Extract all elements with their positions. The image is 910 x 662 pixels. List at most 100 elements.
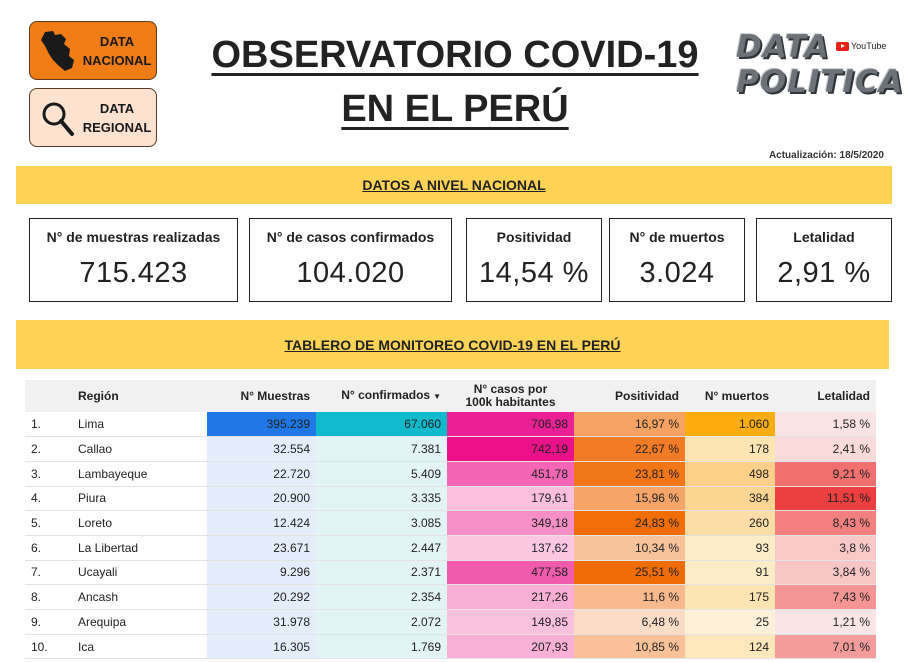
cell-letalidad: 3,84 % bbox=[775, 560, 876, 586]
cell-confirmados: 3.335 bbox=[316, 486, 447, 512]
cell-muertos: 384 bbox=[685, 486, 775, 512]
peru-map-icon bbox=[38, 29, 78, 73]
cell-letalidad: 7,01 % bbox=[775, 634, 876, 660]
cell-letalidad: 3,8 % bbox=[775, 535, 876, 561]
table-row[interactable]: 6. La Libertad 23.671 2.447 137,62 10,34 % 93 3… bbox=[25, 535, 876, 561]
stat-label: Letalidad bbox=[793, 229, 855, 245]
section-title-tablero: TABLERO DE MONITOREO COVID-19 EN EL PERÚ bbox=[284, 336, 621, 353]
cell-index: 1. bbox=[25, 412, 72, 438]
cell-positividad: 22,67 % bbox=[574, 436, 685, 462]
cell-region: Ancash bbox=[72, 584, 207, 610]
cell-positividad: 11,6 % bbox=[574, 584, 685, 610]
cell-muestras: 31.978 bbox=[207, 609, 316, 635]
table-row[interactable]: 5. Loreto 12.424 3.085 349,18 24,83 % 260 8,43 … bbox=[25, 510, 876, 536]
cell-region: La Libertad bbox=[72, 535, 207, 561]
cell-index: 4. bbox=[25, 486, 72, 512]
table-row[interactable]: 3. Lambayeque 22.720 5.409 451,78 23,81 % 498 9… bbox=[25, 461, 876, 487]
cell-index: 2. bbox=[25, 436, 72, 462]
col-header-muestras[interactable]: N° Muestras bbox=[207, 380, 316, 412]
cell-muestras: 23.671 bbox=[207, 535, 316, 561]
cell-muertos: 175 bbox=[685, 584, 775, 610]
cell-muertos: 178 bbox=[685, 436, 775, 462]
stat-value: 14,54 % bbox=[479, 257, 589, 289]
section-title-nacional: DATOS A NIVEL NACIONAL bbox=[362, 177, 546, 193]
table-row[interactable]: 4. Piura 20.900 3.335 179,61 15,96 % 384 11,51 … bbox=[25, 486, 876, 512]
cell-casos100k: 742,19 bbox=[447, 436, 574, 462]
cell-confirmados: 67.060 bbox=[316, 412, 447, 438]
table-row[interactable]: 8. Ancash 20.292 2.354 217,26 11,6 % 175 7,43 % bbox=[25, 584, 876, 610]
cell-confirmados: 5.409 bbox=[316, 461, 447, 487]
data-regional-button[interactable]: DATA REGIONAL bbox=[29, 88, 157, 147]
table-row[interactable]: 10. Ica 16.305 1.769 207,93 10,85 % 124 7,01 % bbox=[25, 634, 876, 660]
col-header-confirmados[interactable]: N° confirmados ▼ bbox=[316, 380, 447, 412]
col-header-casos100k-line2: 100k habitantes bbox=[465, 395, 556, 409]
col-header-region[interactable]: Región bbox=[72, 380, 207, 412]
stat-card-confirmados: N° de casos confirmados 104.020 bbox=[249, 218, 452, 302]
stat-label: N° de muertos bbox=[629, 229, 725, 245]
table-header-row: Región N° Muestras N° confirmados ▼ N° ca… bbox=[25, 380, 876, 412]
stat-card-muestras: N° de muestras realizadas 715.423 bbox=[29, 218, 238, 302]
cell-positividad: 25,51 % bbox=[574, 560, 685, 586]
col-header-letalidad[interactable]: Letalidad bbox=[775, 380, 876, 412]
col-header-muertos[interactable]: N° muertos bbox=[685, 380, 775, 412]
cell-letalidad: 11,51 % bbox=[775, 486, 876, 512]
col-header-casos100k-line1: N° casos por bbox=[473, 382, 548, 396]
cell-letalidad: 8,43 % bbox=[775, 510, 876, 536]
cell-letalidad: 7,43 % bbox=[775, 584, 876, 610]
cell-casos100k: 349,18 bbox=[447, 510, 574, 536]
cell-muertos: 25 bbox=[685, 609, 775, 635]
cell-muertos: 91 bbox=[685, 560, 775, 586]
cell-muestras: 32.554 bbox=[207, 436, 316, 462]
cell-confirmados: 2.072 bbox=[316, 609, 447, 635]
stat-value: 715.423 bbox=[79, 257, 188, 289]
section-header-tablero: TABLERO DE MONITOREO COVID-19 EN EL PERÚ bbox=[16, 320, 889, 369]
cell-region: Callao bbox=[72, 436, 207, 462]
youtube-label: YouTube bbox=[851, 41, 887, 51]
cell-confirmados: 3.085 bbox=[316, 510, 447, 536]
cell-confirmados: 2.354 bbox=[316, 584, 447, 610]
data-nacional-button[interactable]: DATA NACIONAL bbox=[29, 21, 157, 80]
cell-letalidad: 2,41 % bbox=[775, 436, 876, 462]
youtube-icon bbox=[836, 41, 849, 51]
cell-positividad: 6,48 % bbox=[574, 609, 685, 635]
cell-muertos: 93 bbox=[685, 535, 775, 561]
table-row[interactable]: 1. Lima 395.239 67.060 706,98 16,97 % 1.060 1,5… bbox=[25, 412, 876, 438]
data-regional-label: DATA REGIONAL bbox=[82, 100, 152, 135]
table-row[interactable]: 9. Arequipa 31.978 2.072 149,85 6,48 % 25 1,21 … bbox=[25, 609, 876, 635]
cell-region: Piura bbox=[72, 486, 207, 512]
cell-confirmados: 1.769 bbox=[316, 634, 447, 660]
data-nacional-label: DATA NACIONAL bbox=[82, 33, 152, 68]
data-politica-logo[interactable]: DATA POLITICA YouTube bbox=[736, 30, 904, 114]
page-title: OBSERVATORIO COVID-19 EN EL PERÚ bbox=[170, 28, 740, 136]
cell-muestras: 20.292 bbox=[207, 584, 316, 610]
cell-letalidad: 1,21 % bbox=[775, 609, 876, 635]
cell-region: Arequipa bbox=[72, 609, 207, 635]
youtube-badge: YouTube bbox=[836, 41, 886, 51]
cell-positividad: 24,83 % bbox=[574, 510, 685, 536]
cell-confirmados: 7.381 bbox=[316, 436, 447, 462]
cell-muertos: 1.060 bbox=[685, 412, 775, 438]
cell-region: Ica bbox=[72, 634, 207, 660]
cell-index: 3. bbox=[25, 461, 72, 487]
stat-card-muertos: N° de muertos 3.024 bbox=[609, 218, 745, 302]
cell-casos100k: 207,93 bbox=[447, 634, 574, 660]
cell-muestras: 9.296 bbox=[207, 560, 316, 586]
col-header-positividad[interactable]: Positividad bbox=[574, 380, 685, 412]
brand-word-politica: POLITICA bbox=[736, 64, 904, 100]
cell-positividad: 23,81 % bbox=[574, 461, 685, 487]
col-header-confirmados-label: N° confirmados bbox=[341, 388, 431, 402]
cell-region: Lima bbox=[72, 412, 207, 438]
cell-positividad: 16,97 % bbox=[574, 412, 685, 438]
cell-casos100k: 477,58 bbox=[447, 560, 574, 586]
cell-muestras: 22.720 bbox=[207, 461, 316, 487]
table-row[interactable]: 2. Callao 32.554 7.381 742,19 22,67 % 178 2,41 … bbox=[25, 436, 876, 462]
stat-label: Positividad bbox=[496, 229, 572, 245]
stat-label: N° de casos confirmados bbox=[266, 229, 435, 245]
stat-value: 2,91 % bbox=[777, 257, 871, 289]
table-row[interactable]: 7. Ucayali 9.296 2.371 477,58 25,51 % 91 3,84 % bbox=[25, 560, 876, 586]
cell-casos100k: 706,98 bbox=[447, 412, 574, 438]
col-header-casos100k[interactable]: N° casos por 100k habitantes bbox=[447, 380, 574, 412]
cell-index: 9. bbox=[25, 609, 72, 635]
magnifier-icon bbox=[38, 96, 78, 140]
cell-casos100k: 451,78 bbox=[447, 461, 574, 487]
